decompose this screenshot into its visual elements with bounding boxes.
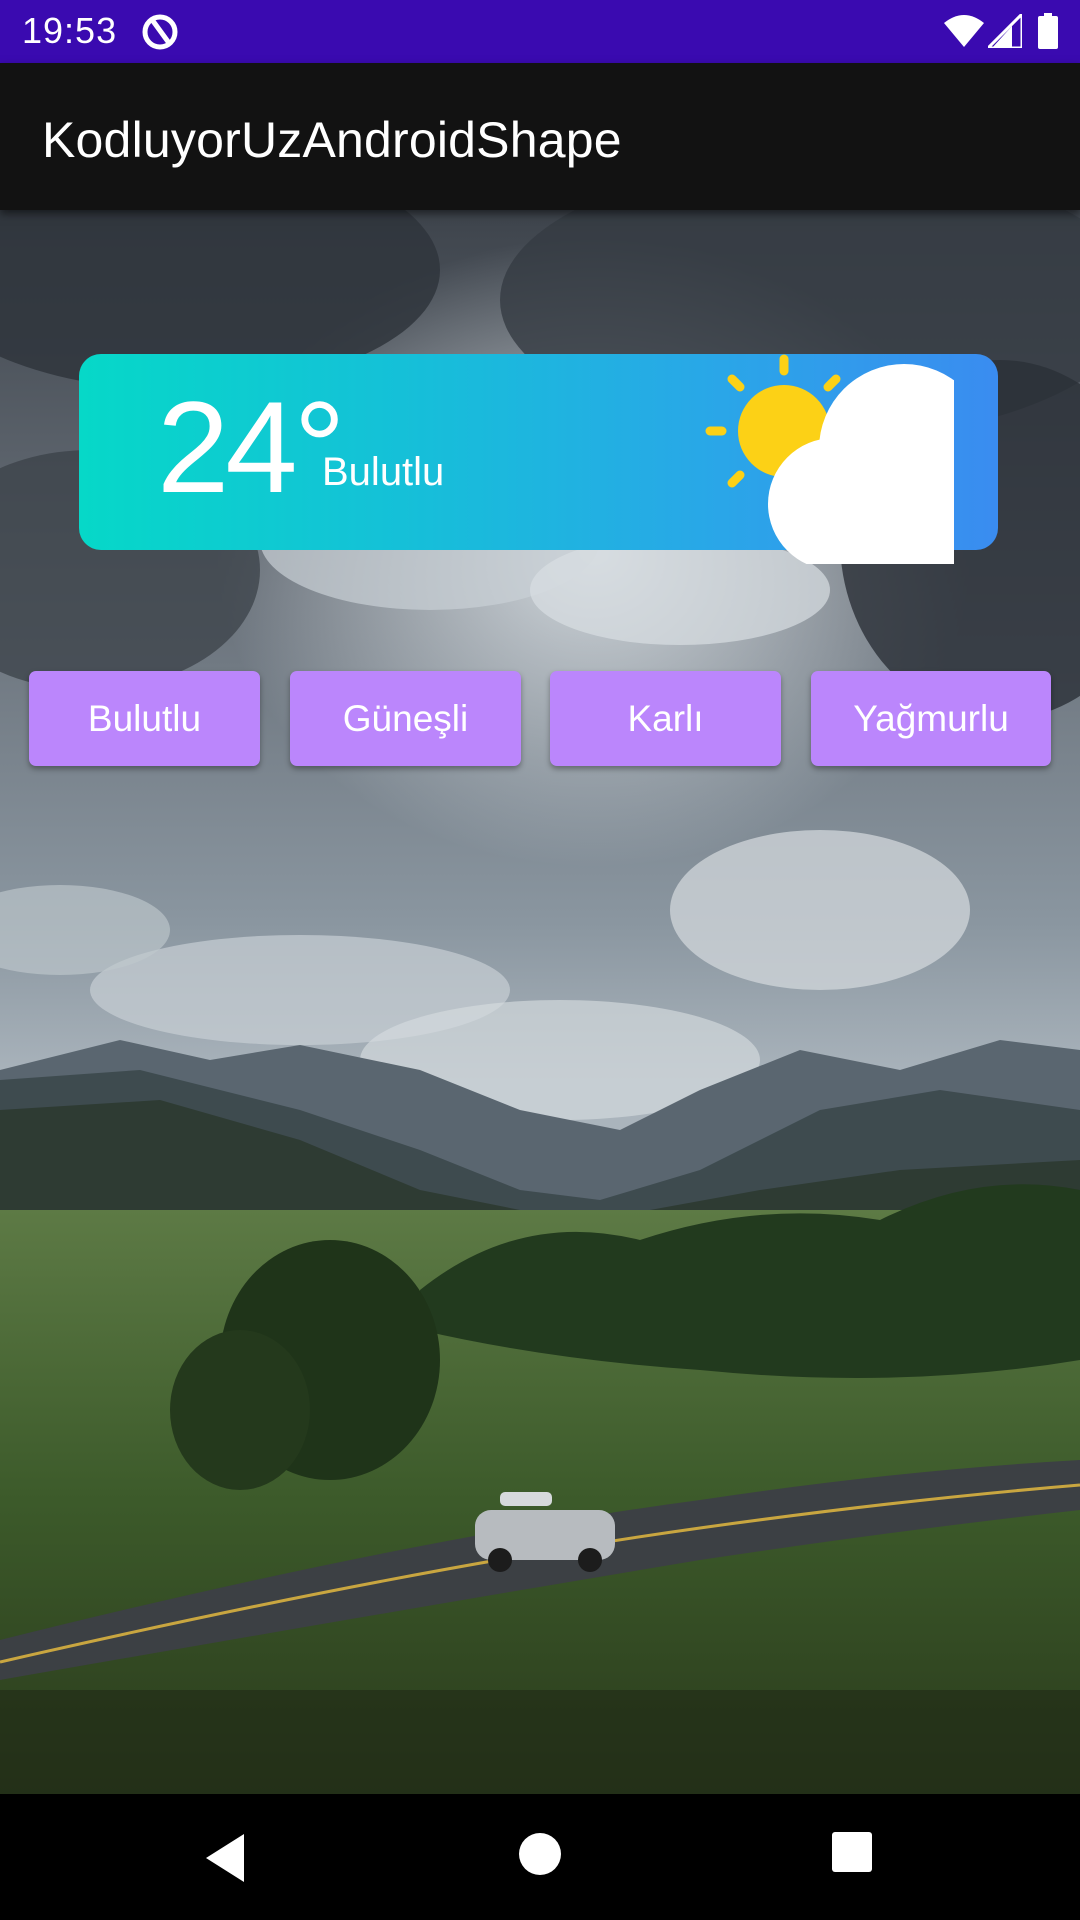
weather-card: 24° Bulutlu — [79, 354, 998, 564]
signal-icon — [988, 14, 1022, 48]
app-title: KodluyorUzAndroidShape — [42, 112, 622, 168]
battery-icon — [1038, 13, 1058, 49]
back-icon[interactable] — [200, 1830, 250, 1886]
status-bar: 19:53 — [0, 0, 1080, 63]
karli-button[interactable]: Karlı — [550, 671, 781, 766]
home-icon[interactable] — [516, 1830, 564, 1878]
weather-condition-label: Bulutlu — [322, 450, 445, 494]
temperature-value: 24° — [157, 374, 346, 520]
notification-icon — [142, 14, 178, 50]
status-time: 19:53 — [22, 10, 118, 51]
wifi-icon — [944, 15, 984, 47]
yagmurlu-button[interactable]: Yağmurlu — [811, 671, 1051, 766]
recents-icon[interactable] — [830, 1830, 874, 1874]
app-bar: KodluyorUzAndroidShape — [0, 63, 1080, 210]
bulutlu-button[interactable]: Bulutlu — [29, 671, 260, 766]
weather-button-row: Bulutlu Güneşli Karlı Yağmurlu — [0, 671, 1080, 767]
gunesli-button[interactable]: Güneşli — [290, 671, 521, 766]
partly-cloudy-icon — [705, 354, 954, 564]
navigation-bar — [0, 1794, 1080, 1920]
